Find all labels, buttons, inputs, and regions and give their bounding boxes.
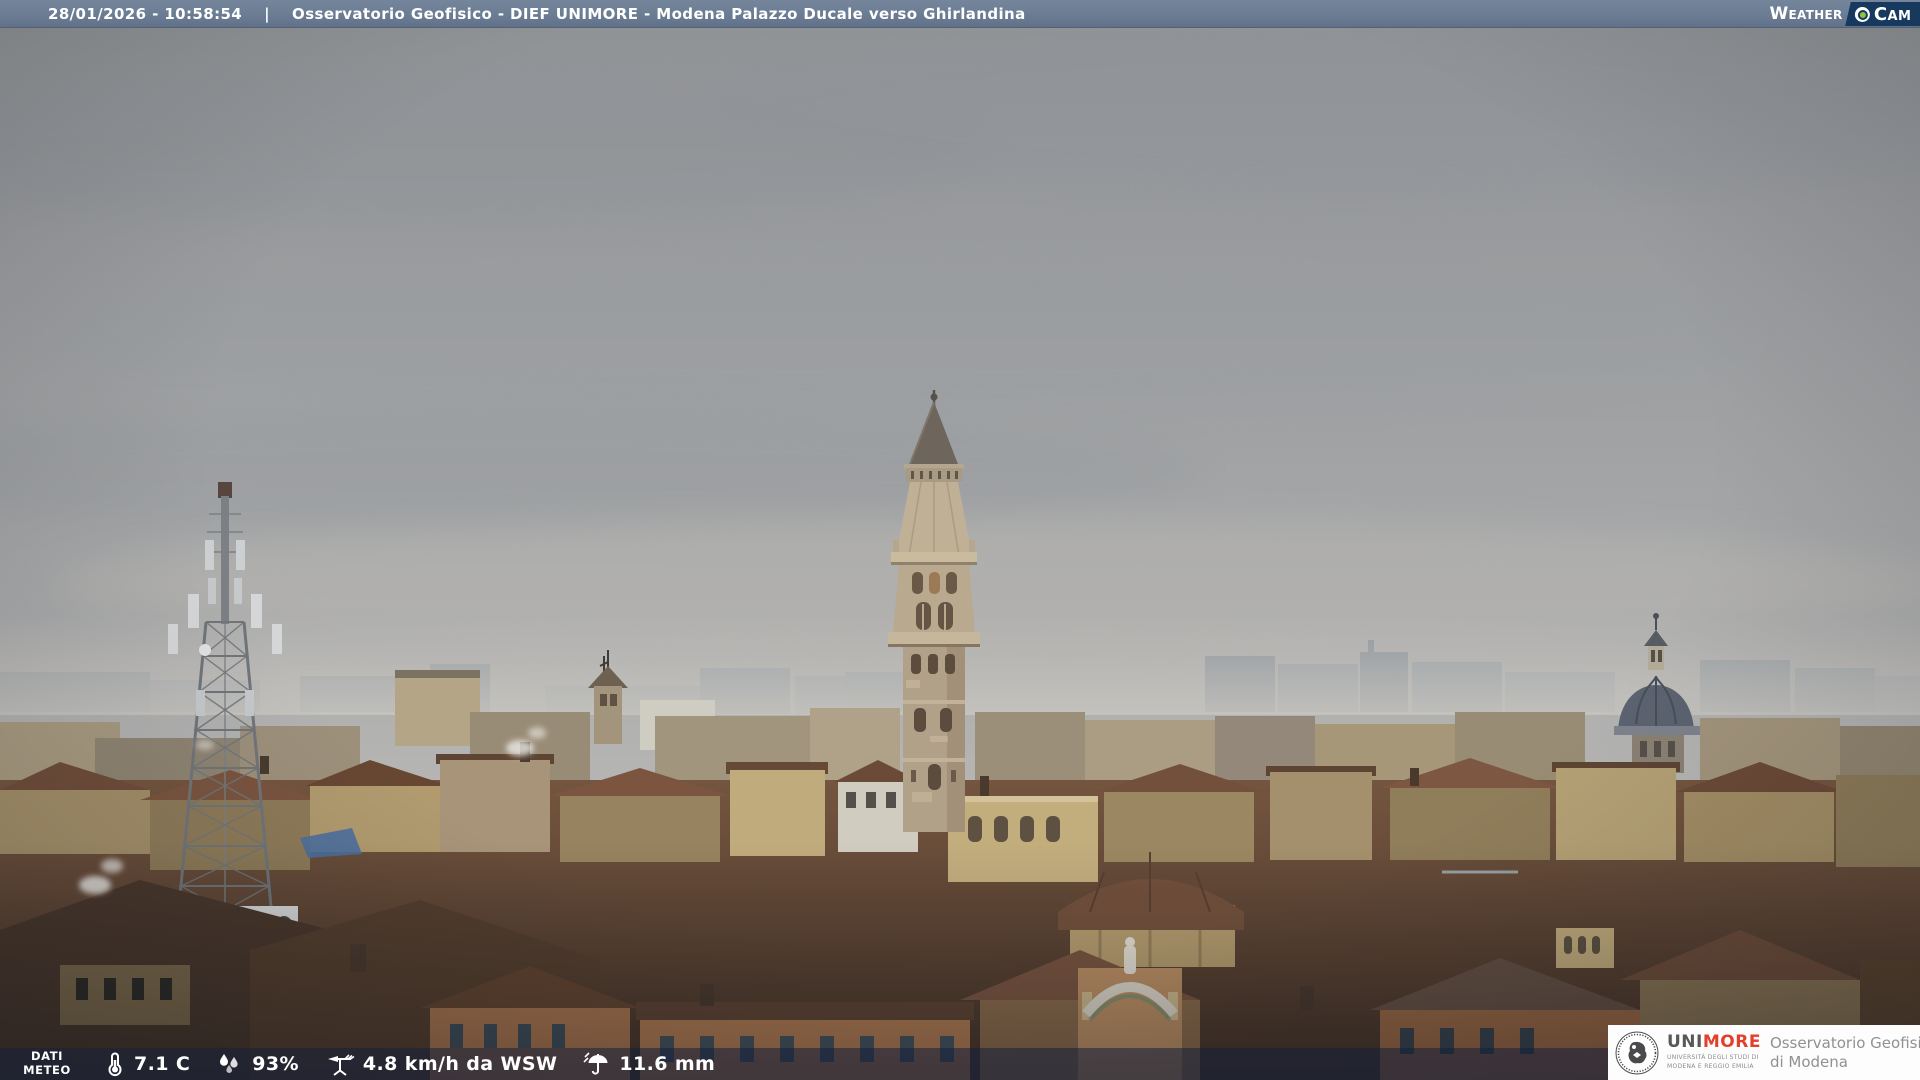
- webcam-frame: 28/01/2026 - 10:58:54 | Osservatorio Geo…: [0, 0, 1920, 1080]
- wind-vane-icon: [327, 1054, 355, 1076]
- weathercam-weather-label: Weather: [1769, 3, 1843, 24]
- unimore-seal-icon: [1615, 1031, 1659, 1074]
- unimore-wordmark: UNIMORE UNIVERSITÀ DEGLI STUDI DI MODENA…: [1667, 1032, 1761, 1070]
- timestamp: 28/01/2026 - 10:58:54: [48, 4, 243, 23]
- humidity-reading: 93%: [216, 1051, 299, 1077]
- humidity-drops-icon: [220, 1054, 238, 1073]
- webcam-photo: [0, 0, 1920, 1080]
- observatory-name: Osservatorio Geofisico di Modena: [1769, 1033, 1920, 1071]
- temperature-reading: 7.1 C: [104, 1051, 190, 1077]
- unimore-subtitle: UNIVERSITÀ DEGLI STUDI DI MODENA E REGGI…: [1667, 1054, 1759, 1070]
- thermometer-icon: [108, 1052, 122, 1077]
- separator: |: [264, 4, 271, 23]
- umbrella-rain-icon: [583, 1052, 608, 1075]
- meteo-bar-label: DATI METEO: [23, 1049, 71, 1077]
- topbar: 28/01/2026 - 10:58:54 | Osservatorio Geo…: [0, 0, 1920, 28]
- weathercam-badge: Cam: [1844, 1, 1920, 26]
- precipitation-reading: 11.6 mm: [583, 1051, 715, 1077]
- weathercam-logo: Weather Cam: [1769, 0, 1920, 27]
- unimore-logo: UNIMORE UNIVERSITÀ DEGLI STUDI DI MODENA…: [1608, 1025, 1920, 1080]
- wind-reading: 4.8 km/h da WSW: [325, 1051, 557, 1077]
- weathercam-lens-icon: [1854, 6, 1870, 21]
- webcam-title: Osservatorio Geofisico - DIEF UNIMORE - …: [292, 4, 1026, 23]
- weathercam-cam-label: Cam: [1873, 3, 1911, 24]
- city-scene: [0, 25, 1920, 1080]
